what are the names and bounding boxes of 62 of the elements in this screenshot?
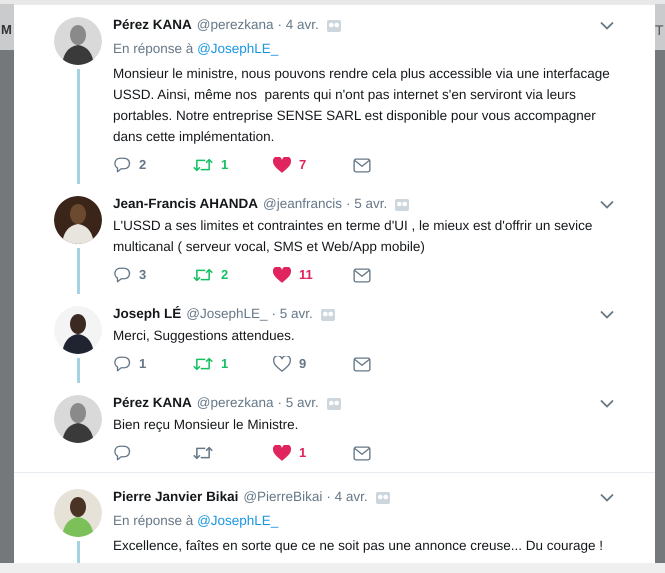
glasses-icon [395,198,410,210]
reply-context: En réponse à @JosephLE_ [113,40,280,58]
chevron-down-icon[interactable] [600,399,614,408]
like-count: 9 [299,355,306,374]
reply-icon[interactable] [113,156,131,174]
background-text: M [1,22,12,38]
mention-link[interactable]: @JosephLE_ [197,41,278,56]
reply-count: 1 [139,355,146,374]
retweet-icon[interactable] [193,267,213,283]
author-name[interactable]: Joseph LÉ [113,304,182,325]
author-handle[interactable]: @perezkana [196,393,274,414]
author-handle[interactable]: @jeanfrancis [263,194,342,215]
glasses-icon [320,308,335,320]
author-name[interactable]: Pierre Janvier Bikai [113,487,238,508]
heart-icon[interactable] [273,445,291,461]
retweet-icon[interactable] [193,157,213,173]
retweet-icon[interactable] [193,445,213,461]
tweet-date[interactable]: · 5 avr. [278,393,319,414]
author-name[interactable]: Pérez KANA [113,15,192,36]
mail-icon[interactable] [353,356,371,372]
tweet-text: Merci, Suggestions attendues. [113,327,296,345]
glasses-icon [326,20,341,32]
glasses-icon [326,398,341,410]
like-count: 7 [299,156,306,174]
chevron-down-icon[interactable] [600,200,614,209]
reply-context: En réponse à @JosephLE_ [113,512,280,530]
retweet-icon[interactable] [193,356,213,372]
author-name[interactable]: Pérez KANA [113,393,192,414]
reply-icon[interactable] [113,444,131,462]
retweet-count: 1 [221,156,228,174]
chevron-down-icon[interactable] [600,21,614,30]
like-count: 11 [299,266,313,284]
reply-count: 2 [139,156,146,174]
retweet-count: 1 [221,355,228,374]
tweet-text: L'USSD a ses limites et contraintes en terme d'UI , le mieux est d'offrir un sevice multicanal ( serveur vocal, SMS et Web/App mobile) [113,217,594,256]
heart-icon[interactable] [273,157,291,173]
mail-icon[interactable] [353,158,371,172]
author-handle[interactable]: @JosephLE_ [186,304,268,325]
reply-icon[interactable] [113,266,131,284]
tweet-date[interactable]: · 5 avr. [272,304,313,325]
like-count: 1 [299,444,306,462]
heart-icon[interactable] [273,267,291,283]
reply-count: 3 [139,266,146,284]
author-handle[interactable]: @perezkana [196,15,274,36]
tweet-date[interactable]: · 5 avr. [346,194,388,215]
tweet-text: Bien reçu Monsieur le Ministre. [113,416,300,434]
reply-icon[interactable] [113,355,131,373]
mail-icon[interactable] [353,268,371,282]
mention-link[interactable]: @JosephLE_ [197,513,278,528]
mail-icon[interactable] [353,446,371,460]
author-name[interactable]: Jean-Francis AHANDA [113,194,258,215]
retweet-count: 2 [221,266,228,284]
tweet-date[interactable]: · 4 avr. [326,487,368,508]
heart-icon[interactable] [273,356,291,372]
tweet-text: Monsieur le ministre, nous pouvons rendre cela plus accessible via une interfacage USSD. Ainsi, même nos parents qui n'ont pas internet s'en serviront via leurs portables. Notre entreprise SENSE SARL est disponible pour vous accompagner dans cette implémentation. [113,65,611,146]
tweet-text: Excellence, faîtes en sorte que ce ne soit pas une annonce creuse... Du courage ! [113,537,604,555]
tweet-date[interactable]: · 4 avr. [278,15,319,36]
chevron-down-icon[interactable] [600,493,614,502]
author-handle[interactable]: @PierreBikai [243,487,322,508]
background-text: T [655,22,665,38]
glasses-icon [376,492,390,504]
chevron-down-icon[interactable] [600,310,614,319]
